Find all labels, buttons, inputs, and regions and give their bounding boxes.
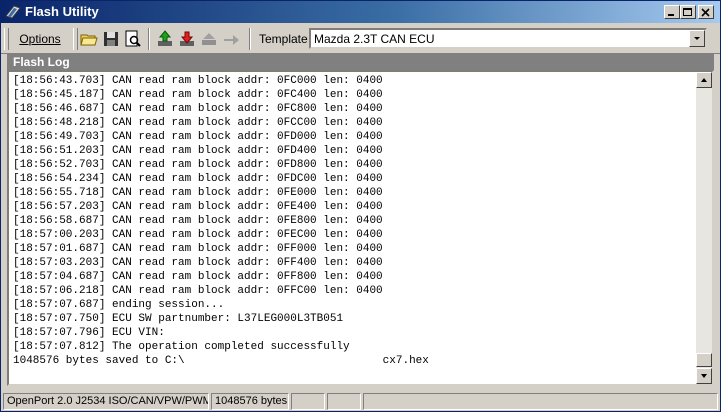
- flash-utility-window: Flash Utility Options Template Mazda 2.3…: [0, 0, 721, 412]
- toolbar-grip[interactable]: [4, 28, 9, 50]
- arrow-up-icon: [701, 78, 707, 82]
- log-line: [18:56:46.687] CAN read ram block addr: …: [13, 103, 383, 115]
- template-dropdown-button[interactable]: [689, 30, 705, 47]
- log-line: [18:56:52.703] CAN read ram block addr: …: [13, 159, 383, 171]
- options-button[interactable]: Options: [11, 27, 69, 51]
- minimize-button[interactable]: [664, 5, 680, 19]
- scroll-thumb[interactable]: [696, 353, 712, 367]
- flash-log-header: Flash Log: [7, 54, 714, 70]
- status-panel-4: [327, 393, 361, 410]
- options-label: Options: [19, 32, 61, 46]
- flash-app-icon: [5, 5, 21, 19]
- log-line: [18:56:48.218] CAN read ram block addr: …: [13, 117, 383, 129]
- log-line: [18:56:55.718] CAN read ram block addr: …: [13, 187, 383, 199]
- maximize-icon: [683, 8, 692, 16]
- toolbar: Options Template Mazda 2.3T CAN ECU: [1, 25, 720, 54]
- write-red-icon[interactable]: [177, 29, 197, 49]
- close-icon: [701, 8, 710, 17]
- log-line: [18:57:07.750] ECU SW partnumber: L37LEG…: [13, 313, 344, 325]
- status-size: 1048576 bytes: [211, 393, 289, 410]
- toolbar-separator-2: [249, 28, 251, 50]
- log-line: [18:57:03.203] CAN read ram block addr: …: [13, 257, 383, 269]
- window-title: Flash Utility: [25, 4, 99, 19]
- read-green-icon[interactable]: [155, 29, 175, 49]
- log-line: [18:57:01.687] CAN read ram block addr: …: [13, 243, 383, 255]
- log-line: [18:56:51.203] CAN read ram block addr: …: [13, 145, 383, 157]
- template-dropdown[interactable]: Mazda 2.3T CAN ECU: [309, 28, 707, 49]
- log-line: [18:56:43.703] CAN read ram block addr: …: [13, 75, 383, 87]
- arrow-down-icon: [701, 374, 707, 378]
- status-panel-3: [291, 393, 325, 410]
- maximize-button[interactable]: [680, 5, 696, 19]
- toolbar-grip-2[interactable]: [73, 28, 78, 50]
- log-line: [18:57:06.218] CAN read ram block addr: …: [13, 285, 383, 297]
- minimize-icon: [668, 14, 674, 16]
- log-line: [18:57:07.812] The operation completed s…: [13, 341, 350, 353]
- print-preview-icon[interactable]: [123, 29, 143, 49]
- action-gray-icon[interactable]: [199, 29, 219, 49]
- status-panel-5: [363, 393, 718, 410]
- log-line: [18:56:58.687] CAN read ram block addr: …: [13, 215, 383, 227]
- log-line: [18:57:07.796] ECU VIN:: [13, 327, 165, 339]
- toolbar-separator: [148, 28, 150, 50]
- scroll-down-button[interactable]: [696, 368, 712, 384]
- log-line: [18:57:04.687] CAN read ram block addr: …: [13, 271, 383, 283]
- close-button[interactable]: [698, 5, 714, 19]
- log-line: [18:56:57.203] CAN read ram block addr: …: [13, 201, 383, 213]
- title-bar[interactable]: Flash Utility: [1, 1, 720, 23]
- scroll-up-button[interactable]: [696, 72, 712, 88]
- log-lines: [18:56:43.703] CAN read ram block addr: …: [13, 74, 693, 368]
- flash-log-textarea[interactable]: [18:56:43.703] CAN read ram block addr: …: [7, 70, 714, 386]
- save-disk-icon[interactable]: [101, 29, 121, 49]
- vertical-scrollbar[interactable]: [696, 72, 712, 384]
- log-line: [18:56:54.234] CAN read ram block addr: …: [13, 173, 383, 185]
- log-line: 1048576 bytes saved to C:\ cx7.hex: [13, 355, 429, 367]
- template-value: Mazda 2.3T CAN ECU: [314, 32, 435, 46]
- log-line: [18:57:00.203] CAN read ram block addr: …: [13, 229, 383, 241]
- status-interface: OpenPort 2.0 J2534 ISO/CAN/VPW/PWM: [3, 393, 209, 410]
- log-line: [18:56:49.703] CAN read ram block addr: …: [13, 131, 383, 143]
- status-bar: OpenPort 2.0 J2534 ISO/CAN/VPW/PWM 10485…: [1, 391, 720, 411]
- template-label: Template: [259, 32, 308, 46]
- action-gray-2-icon[interactable]: [221, 29, 241, 49]
- open-folder-icon[interactable]: [79, 29, 99, 49]
- log-line: [18:57:07.687] ending session...: [13, 299, 225, 311]
- log-line: [18:56:45.187] CAN read ram block addr: …: [13, 89, 383, 101]
- chevron-down-icon: [694, 37, 700, 40]
